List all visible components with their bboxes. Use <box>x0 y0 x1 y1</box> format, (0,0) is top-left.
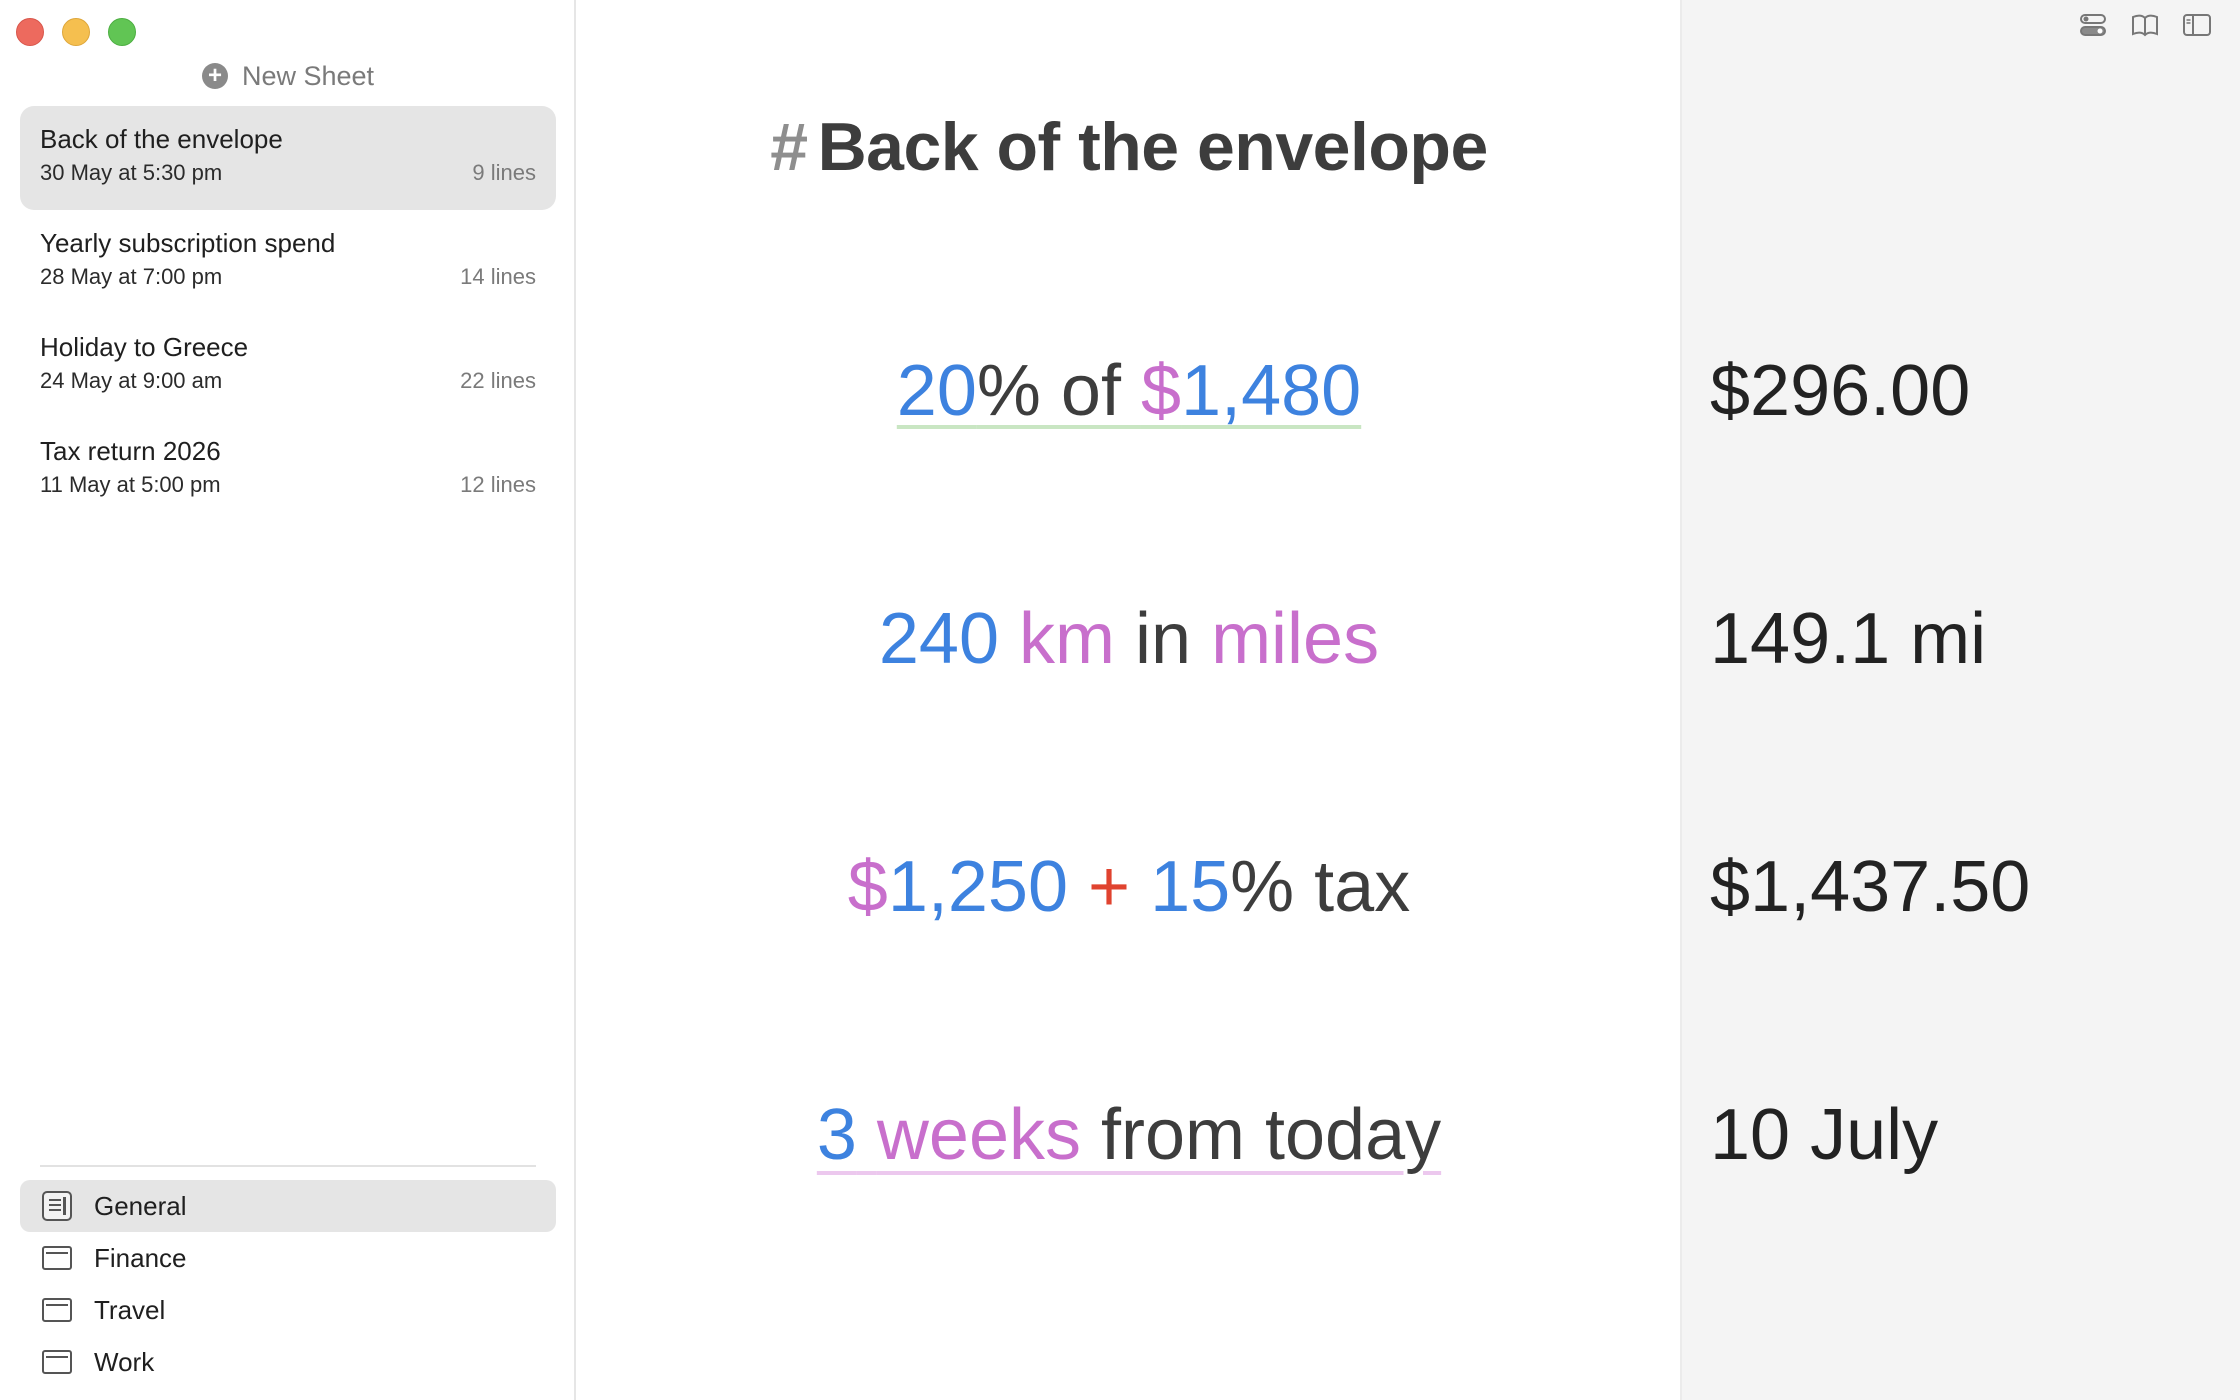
close-window-button[interactable] <box>16 18 44 46</box>
group-label: Travel <box>94 1294 166 1325</box>
text-token: from today <box>1081 1095 1442 1175</box>
expression-line-2[interactable]: 240 km in miles <box>578 598 1680 680</box>
plus-icon: + <box>201 63 228 89</box>
sheet-line-count: 14 lines <box>460 264 536 289</box>
new-sheet-button[interactable]: + New Sheet <box>0 58 576 94</box>
result-line-3[interactable]: $1,437.50 <box>1710 846 2030 928</box>
expression-line-3[interactable]: $1,250 + 15% tax <box>578 846 1680 928</box>
number-token: 20 <box>896 351 977 431</box>
sheet-line-count: 12 lines <box>460 472 536 497</box>
unit-token: $ <box>847 847 888 927</box>
sheet-date: 24 May at 9:00 am <box>40 368 223 393</box>
results-column: $296.00 149.1 mi $1,437.50 10 July <box>1680 0 2240 1400</box>
folder-icon <box>42 1246 72 1270</box>
minimize-window-button[interactable] <box>62 18 90 46</box>
number-token: 1,480 <box>1181 351 1362 431</box>
text-token: % tax <box>1230 847 1411 927</box>
sheet-item-holiday-to-greece[interactable]: Holiday to Greece 24 May at 9:00 am 22 l… <box>20 314 556 418</box>
number-token: 15 <box>1150 847 1231 927</box>
operator-token: + <box>1068 847 1151 927</box>
sheet-list: Back of the envelope 30 May at 5:30 pm 9… <box>20 106 556 522</box>
text-token: in <box>1115 599 1212 679</box>
sheet-editor[interactable]: # Back of the envelope 20% of $1,480 240 … <box>578 0 1680 1400</box>
sheet-title: Back of the envelope <box>40 124 283 154</box>
sheet-item-tax-return-2026[interactable]: Tax return 2026 11 May at 5:00 pm 12 lin… <box>20 418 556 522</box>
toolbar <box>2078 12 2212 38</box>
folder-icon <box>42 1298 72 1322</box>
unit-token: weeks <box>876 1095 1081 1175</box>
heading-text: Back of the envelope <box>817 109 1489 185</box>
number-token: 240 <box>878 599 1000 679</box>
text-token: % of <box>976 351 1141 431</box>
number-token: 3 <box>816 1095 857 1175</box>
sheet-line-count: 9 lines <box>472 160 536 185</box>
group-label: Finance <box>94 1242 187 1273</box>
toggle-icon[interactable] <box>2078 12 2108 38</box>
folder-icon <box>42 1350 72 1374</box>
group-item-finance[interactable]: Finance <box>20 1232 556 1284</box>
expression-line-4[interactable]: 3 weeks from today <box>578 1094 1680 1176</box>
sheet-item-yearly-subscription-spend[interactable]: Yearly subscription spend 28 May at 7:00… <box>20 210 556 314</box>
window-controls <box>16 18 136 46</box>
sheet-date: 28 May at 7:00 pm <box>40 264 223 289</box>
expression-line-1[interactable]: 20% of $1,480 <box>578 350 1680 432</box>
sheet-line-count: 22 lines <box>460 368 536 393</box>
sheet-title: Yearly subscription spend <box>40 228 336 258</box>
group-item-work[interactable]: Work <box>20 1336 556 1388</box>
sheet-date: 11 May at 5:00 pm <box>40 472 221 497</box>
number-token: 1,250 <box>887 847 1068 927</box>
sheet-title: Holiday to Greece <box>40 332 249 362</box>
unit-token: miles <box>1211 599 1380 679</box>
sheet-item-back-of-the-envelope[interactable]: Back of the envelope 30 May at 5:30 pm 9… <box>20 106 556 210</box>
result-line-2[interactable]: 149.1 mi <box>1710 598 1986 680</box>
sidebar: + New Sheet Back of the envelope 30 May … <box>0 0 576 1400</box>
library-icon <box>42 1191 72 1221</box>
group-label: General <box>94 1190 187 1221</box>
new-sheet-label: New Sheet <box>241 60 375 91</box>
sheet-heading[interactable]: # Back of the envelope <box>578 108 1680 186</box>
sidebar-divider <box>40 1165 536 1167</box>
unit-token: $ <box>1140 351 1182 431</box>
result-line-4[interactable]: 10 July <box>1710 1094 1938 1176</box>
sheet-title: Tax return 2026 <box>40 436 221 466</box>
group-label: Work <box>94 1346 155 1377</box>
sheet-date: 30 May at 5:30 pm <box>40 160 223 185</box>
book-icon[interactable] <box>2130 12 2160 38</box>
group-list: General Finance Travel Work <box>20 1180 556 1388</box>
sidebar-icon[interactable] <box>2182 12 2212 38</box>
heading-hash: # <box>770 109 808 185</box>
group-item-travel[interactable]: Travel <box>20 1284 556 1336</box>
zoom-window-button[interactable] <box>108 18 136 46</box>
group-item-general[interactable]: General <box>20 1180 556 1232</box>
result-line-1[interactable]: $296.00 <box>1710 350 1970 432</box>
unit-token: km <box>1019 599 1116 679</box>
